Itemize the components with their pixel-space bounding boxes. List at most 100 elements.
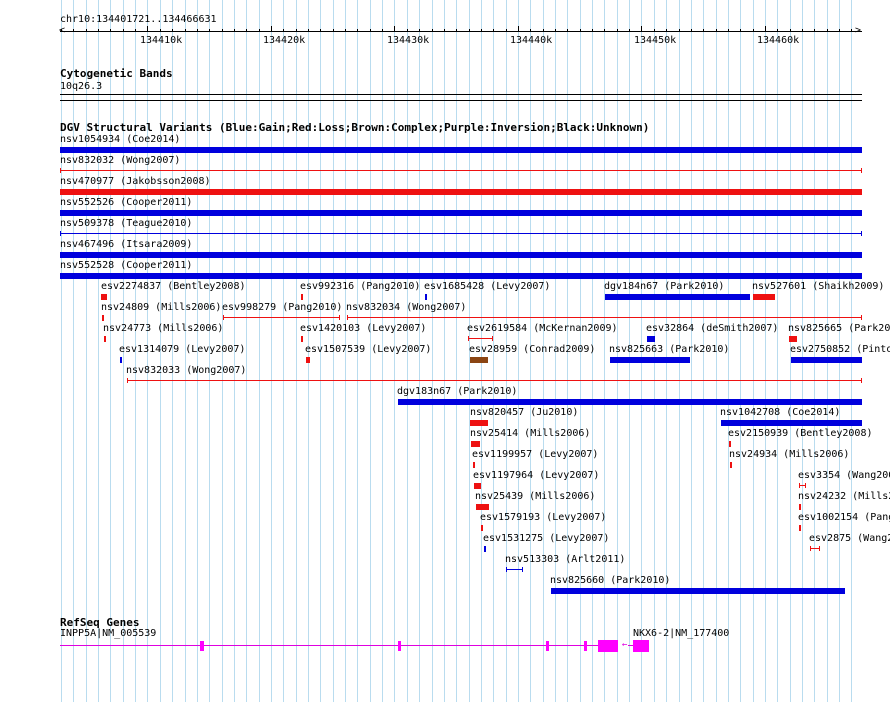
variant-label[interactable]: dgv184n67 (Park2010) — [604, 281, 724, 293]
variant-label[interactable]: nsv509378 (Teague2010) — [60, 218, 192, 230]
variant-label[interactable]: esv992316 (Pang2010) — [300, 281, 420, 293]
variant-bar[interactable] — [791, 357, 862, 363]
grid-line — [98, 0, 99, 702]
gene-exon[interactable] — [598, 640, 618, 652]
variant-label[interactable]: nsv832034 (Wong2007) — [346, 302, 466, 314]
variant-label[interactable]: nsv25414 (Mills2006) — [470, 428, 590, 440]
variant-label[interactable]: nsv513303 (Arlt2011) — [505, 554, 625, 566]
gene-label-inpp5a[interactable]: INPP5A|NM_005539 — [60, 628, 156, 640]
variant-line[interactable] — [347, 317, 862, 318]
variant-label[interactable]: nsv467496 (Itsara2009) — [60, 239, 192, 251]
variant-mark[interactable] — [729, 441, 731, 447]
variant-label[interactable]: nsv527601 (Shaikh2009) — [752, 281, 884, 293]
gene-exon[interactable] — [584, 641, 587, 651]
variant-label[interactable]: nsv1042708 (Coe2014) — [720, 407, 840, 419]
variant-label[interactable]: nsv24232 (Mills2006) — [798, 491, 890, 503]
variant-bar[interactable] — [753, 294, 775, 300]
arrow-left-icon[interactable]: < — [59, 26, 65, 36]
variant-line[interactable] — [60, 233, 862, 234]
variant-bar[interactable] — [398, 399, 862, 405]
variant-label[interactable]: esv998279 (Pang2010) — [222, 302, 342, 314]
variant-bar[interactable] — [60, 252, 862, 258]
variant-label[interactable]: esv32864 (deSmith2007) — [646, 323, 778, 335]
variant-label[interactable]: nsv825663 (Park2010) — [609, 344, 729, 356]
variant-bar[interactable] — [306, 357, 310, 363]
variant-label[interactable]: esv28959 (Conrad2009) — [469, 344, 595, 356]
variant-label[interactable]: nsv25439 (Mills2006) — [475, 491, 595, 503]
variant-label[interactable]: esv1507539 (Levy2007) — [305, 344, 431, 356]
gene-inpp5a-intron-line[interactable] — [60, 645, 615, 646]
gene-exon[interactable] — [546, 641, 549, 651]
variant-label[interactable]: nsv470977 (Jakobsson2008) — [60, 176, 211, 188]
variant-mark[interactable] — [301, 294, 303, 300]
variant-bar[interactable] — [476, 504, 489, 510]
variant-label[interactable]: esv2875 (Wang2008) — [809, 533, 890, 545]
variant-bar[interactable] — [721, 420, 862, 426]
variant-mark[interactable] — [425, 294, 427, 300]
variant-line[interactable] — [223, 317, 340, 318]
variant-label[interactable]: nsv832032 (Wong2007) — [60, 155, 180, 167]
variant-label[interactable]: esv2274837 (Bentley2008) — [101, 281, 246, 293]
variant-label[interactable]: esv2150939 (Bentley2008) — [728, 428, 873, 440]
variant-line[interactable] — [506, 569, 523, 570]
variant-label[interactable]: esv3354 (Wang2008) — [798, 470, 890, 482]
variant-mark[interactable] — [104, 336, 106, 342]
variant-mark[interactable] — [102, 315, 104, 321]
variant-mark[interactable] — [481, 525, 483, 531]
variant-mark[interactable] — [730, 462, 732, 468]
variant-line[interactable] — [60, 170, 862, 171]
variant-label[interactable]: nsv825665 (Park2010) — [788, 323, 890, 335]
variant-label[interactable]: nsv825660 (Park2010) — [550, 575, 670, 587]
variant-label[interactable]: nsv24773 (Mills2006) — [103, 323, 223, 335]
variant-bar[interactable] — [101, 294, 107, 300]
arrow-right-icon[interactable]: > — [855, 26, 861, 36]
variant-label[interactable]: dgv183n67 (Park2010) — [397, 386, 517, 398]
variant-label[interactable]: esv1197964 (Levy2007) — [473, 470, 599, 482]
variant-label[interactable]: esv1531275 (Levy2007) — [483, 533, 609, 545]
variant-bar[interactable] — [470, 420, 488, 426]
variant-mark[interactable] — [484, 546, 486, 552]
variant-bar[interactable] — [60, 189, 862, 195]
variant-mark[interactable] — [301, 336, 303, 342]
variant-label[interactable]: esv1314079 (Levy2007) — [119, 344, 245, 356]
variant-label[interactable]: nsv24809 (Mills2006) — [101, 302, 221, 314]
variant-label[interactable]: esv1420103 (Levy2007) — [300, 323, 426, 335]
ruler-minor-tick — [753, 29, 754, 32]
variant-bar[interactable] — [610, 357, 690, 363]
gene-exon[interactable] — [633, 640, 649, 652]
variant-label[interactable]: nsv1054934 (Coe2014) — [60, 134, 180, 146]
variant-mark[interactable] — [120, 357, 122, 363]
variant-label[interactable]: esv1002154 (Pang2010) — [798, 512, 890, 524]
variant-label[interactable]: esv1199957 (Levy2007) — [472, 449, 598, 461]
variant-label[interactable]: esv2619584 (McKernan2009) — [467, 323, 618, 335]
variant-bar[interactable] — [60, 147, 862, 153]
variant-mark[interactable] — [799, 525, 801, 531]
variant-bar[interactable] — [471, 441, 480, 447]
variant-bar[interactable] — [789, 336, 797, 342]
variant-bar[interactable] — [474, 483, 481, 489]
variant-label[interactable]: esv2750852 (Pinto2007) — [790, 344, 890, 356]
variant-label[interactable]: esv1579193 (Levy2007) — [480, 512, 606, 524]
variant-bar[interactable] — [647, 336, 655, 342]
variant-label[interactable]: nsv832033 (Wong2007) — [126, 365, 246, 377]
gene-label-nkx6-2[interactable]: NKX6-2|NM_177400 — [633, 628, 729, 640]
gene-exon[interactable] — [200, 641, 204, 651]
variant-label[interactable]: esv1685428 (Levy2007) — [424, 281, 550, 293]
variant-line[interactable] — [127, 380, 862, 381]
variant-line[interactable] — [468, 338, 493, 339]
variant-bar[interactable] — [605, 294, 750, 300]
variant-bar[interactable] — [551, 588, 845, 594]
variant-bar[interactable] — [60, 210, 862, 216]
variant-mark[interactable] — [799, 504, 801, 510]
variant-label[interactable]: nsv24934 (Mills2006) — [729, 449, 849, 461]
variant-label[interactable]: nsv552526 (Cooper2011) — [60, 197, 192, 209]
variant-label[interactable]: nsv820457 (Ju2010) — [470, 407, 578, 419]
variant-label[interactable]: nsv552528 (Cooper2011) — [60, 260, 192, 272]
variant-end-tick — [468, 336, 469, 341]
cytoband-name[interactable]: 10q26.3 — [60, 81, 102, 93]
gene-exon[interactable] — [398, 641, 401, 651]
variant-bar[interactable] — [60, 273, 862, 279]
variant-bar[interactable] — [470, 357, 488, 363]
cytoband-track-title: Cytogenetic Bands — [60, 67, 173, 80]
variant-mark[interactable] — [473, 462, 475, 468]
